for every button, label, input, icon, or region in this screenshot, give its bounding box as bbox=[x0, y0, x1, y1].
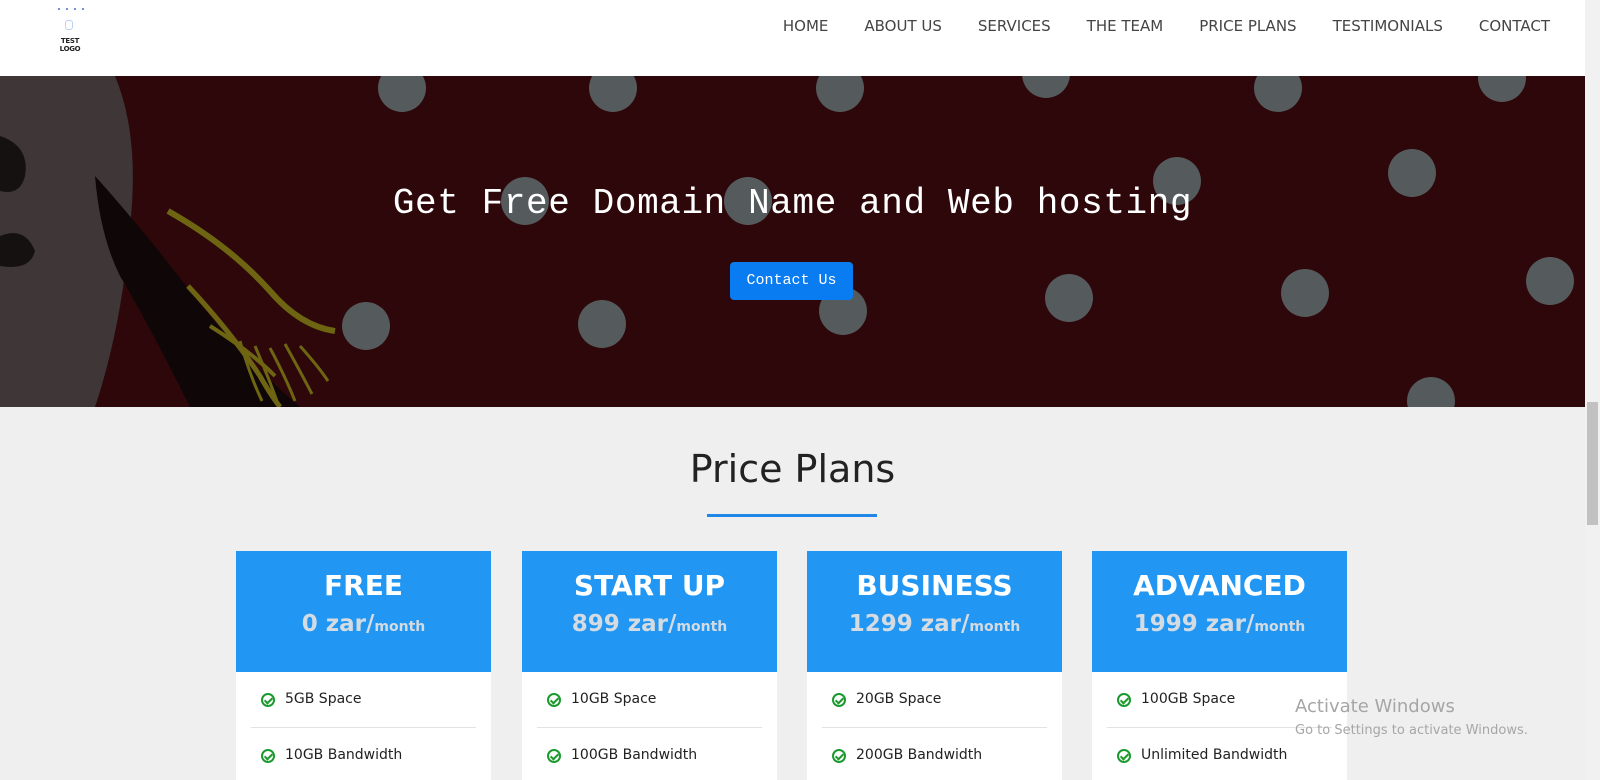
plan-feature-label: 10GB Bandwidth bbox=[285, 747, 403, 763]
activate-windows-watermark: Activate Windows Go to Settings to activ… bbox=[1295, 696, 1528, 738]
nav-link-home[interactable]: HOME bbox=[783, 17, 829, 35]
plan-price-unit: month bbox=[1254, 619, 1306, 635]
nav-links: HOME ABOUT US SERVICES THE TEAM PRICE PL… bbox=[747, 17, 1550, 35]
logo-text: TEST LOGO bbox=[59, 37, 81, 53]
plan-feature-label: 100GB Space bbox=[1141, 691, 1236, 707]
contact-us-button[interactable]: Contact Us bbox=[730, 262, 853, 300]
plan-price-unit: month bbox=[374, 619, 426, 635]
check-circle-icon bbox=[1117, 693, 1131, 707]
hero-banner: Get Free Domain Name and Web hosting Con… bbox=[0, 76, 1585, 407]
plan-feature: 200GB Bandwidth bbox=[822, 727, 1047, 780]
plan-header: BUSINESS 1299 zar/month bbox=[807, 551, 1062, 672]
plan-price-unit: month bbox=[969, 619, 1021, 635]
top-navbar: TEST LOGO HOME ABOUT US SERVICES THE TEA… bbox=[0, 0, 1585, 76]
plan-feature: 5GB Space bbox=[236, 672, 491, 727]
check-circle-icon bbox=[261, 749, 275, 763]
nav-link-about-us[interactable]: ABOUT US bbox=[864, 17, 942, 35]
plan-card-business: BUSINESS 1299 zar/month 20GB Space 200GB… bbox=[807, 551, 1062, 780]
plan-header: START UP 899 zar/month bbox=[522, 551, 777, 672]
plan-name: BUSINESS bbox=[856, 569, 1013, 602]
plan-feature: 100GB Bandwidth bbox=[537, 727, 762, 780]
vertical-scrollbar[interactable] bbox=[1585, 0, 1600, 780]
check-circle-icon bbox=[832, 749, 846, 763]
plan-feature: 10GB Space bbox=[522, 672, 777, 727]
title-underline bbox=[707, 514, 877, 517]
plan-price-amount: 899 zar/ bbox=[571, 611, 677, 637]
hero-background-image bbox=[0, 76, 1585, 407]
plan-price: 899 zar/month bbox=[522, 611, 777, 637]
plan-feature-label: 20GB Space bbox=[856, 691, 942, 707]
plan-feature-label: 100GB Bandwidth bbox=[571, 747, 698, 763]
scrollbar-thumb[interactable] bbox=[1587, 402, 1598, 525]
plan-feature: 20GB Space bbox=[807, 672, 1062, 727]
plan-feature-label: 200GB Bandwidth bbox=[856, 747, 983, 763]
nav-link-testimonials[interactable]: TESTIMONIALS bbox=[1333, 17, 1443, 35]
plan-name: FREE bbox=[324, 569, 403, 602]
check-circle-icon bbox=[832, 693, 846, 707]
plan-name: ADVANCED bbox=[1133, 569, 1306, 602]
logo-dots-icon bbox=[56, 8, 86, 12]
activate-windows-title: Activate Windows bbox=[1295, 696, 1455, 717]
plan-price-amount: 1299 zar/ bbox=[848, 611, 970, 637]
plan-card-free: FREE 0 zar/month 5GB Space 10GB Bandwidt… bbox=[236, 551, 491, 780]
check-circle-icon bbox=[1117, 749, 1131, 763]
plan-feature: 10GB Bandwidth bbox=[251, 727, 476, 780]
plan-card-start-up: START UP 899 zar/month 10GB Space 100GB … bbox=[522, 551, 777, 780]
nav-link-contact[interactable]: CONTACT bbox=[1479, 17, 1550, 35]
plan-price-unit: month bbox=[676, 619, 728, 635]
nav-link-services[interactable]: SERVICES bbox=[978, 17, 1051, 35]
plan-price-amount: 1999 zar/ bbox=[1133, 611, 1255, 637]
plan-price: 1299 zar/month bbox=[807, 611, 1062, 637]
nav-link-the-team[interactable]: THE TEAM bbox=[1087, 17, 1164, 35]
price-plans-title: Price Plans bbox=[689, 447, 896, 491]
nav-link-price-plans[interactable]: PRICE PLANS bbox=[1199, 17, 1296, 35]
plan-feature-label: 5GB Space bbox=[285, 691, 362, 707]
plan-price: 1999 zar/month bbox=[1092, 611, 1347, 637]
plan-header: FREE 0 zar/month bbox=[236, 551, 491, 672]
plan-price-amount: 0 zar/ bbox=[301, 611, 375, 637]
plan-card-advanced: ADVANCED 1999 zar/month 100GB Space Unli… bbox=[1092, 551, 1347, 780]
check-circle-icon bbox=[547, 693, 561, 707]
activate-windows-subtitle: Go to Settings to activate Windows. bbox=[1295, 723, 1528, 738]
plan-name: START UP bbox=[573, 569, 726, 602]
hero-title: Get Free Domain Name and Web hosting bbox=[392, 183, 1193, 224]
plan-feature-label: Unlimited Bandwidth bbox=[1141, 747, 1288, 763]
check-circle-icon bbox=[547, 749, 561, 763]
plan-price: 0 zar/month bbox=[236, 611, 491, 637]
logo-mark-icon bbox=[65, 20, 73, 30]
check-circle-icon bbox=[261, 693, 275, 707]
plan-header: ADVANCED 1999 zar/month bbox=[1092, 551, 1347, 672]
site-logo[interactable]: TEST LOGO bbox=[50, 6, 88, 53]
plan-feature-label: 10GB Space bbox=[571, 691, 657, 707]
